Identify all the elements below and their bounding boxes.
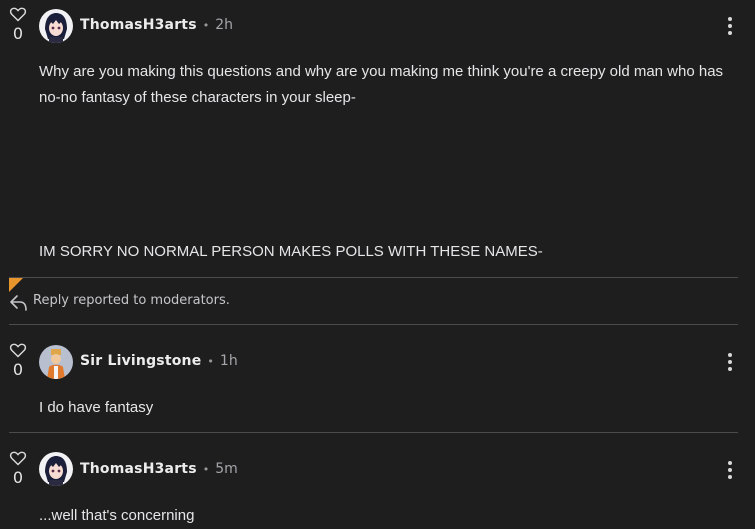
comment-meta: ThomasH3arts • 2h [80,17,233,33]
more-vertical-icon[interactable] [727,17,733,38]
avatar[interactable] [39,452,73,486]
vote-control: 0 [8,342,28,379]
username[interactable]: ThomasH3arts [80,17,197,33]
username[interactable]: ThomasH3arts [80,461,197,477]
reply-arrow-icon [10,295,27,311]
flag-icon [9,278,23,292]
timestamp: 2h [215,17,234,33]
reported-notice: Reply reported to moderators. [0,278,755,324]
timestamp: 1h [219,353,238,369]
divider [9,324,738,325]
username[interactable]: Sir Livingstone [80,353,201,369]
heart-icon[interactable] [9,6,27,22]
separator: • [202,19,210,32]
comment-text: ...well that's concerning [39,507,195,524]
more-vertical-icon[interactable] [727,353,733,374]
vote-count: 0 [12,468,24,487]
more-vertical-icon[interactable] [727,461,733,482]
separator: • [207,355,214,368]
heart-icon[interactable] [9,342,27,358]
heart-icon[interactable] [9,450,27,466]
vote-count: 0 [12,24,24,43]
timestamp: 5m [215,461,238,477]
avatar[interactable] [39,9,73,43]
vote-control: 0 [8,6,28,43]
vote-count: 0 [12,360,24,379]
comment-text: I do have fantasy [39,399,154,416]
divider [9,432,738,433]
comment-text: Why are you making this questions and wh… [39,63,724,106]
comment-text: IM SORRY NO NORMAL PERSON MAKES POLLS WI… [39,243,543,260]
avatar[interactable] [39,345,73,379]
separator: • [202,463,210,476]
reported-label: Reply reported to moderators. [33,293,230,308]
comment-meta: Sir Livingstone • 1h [80,353,238,369]
comment-meta: ThomasH3arts • 5m [80,461,238,477]
vote-control: 0 [8,450,28,487]
